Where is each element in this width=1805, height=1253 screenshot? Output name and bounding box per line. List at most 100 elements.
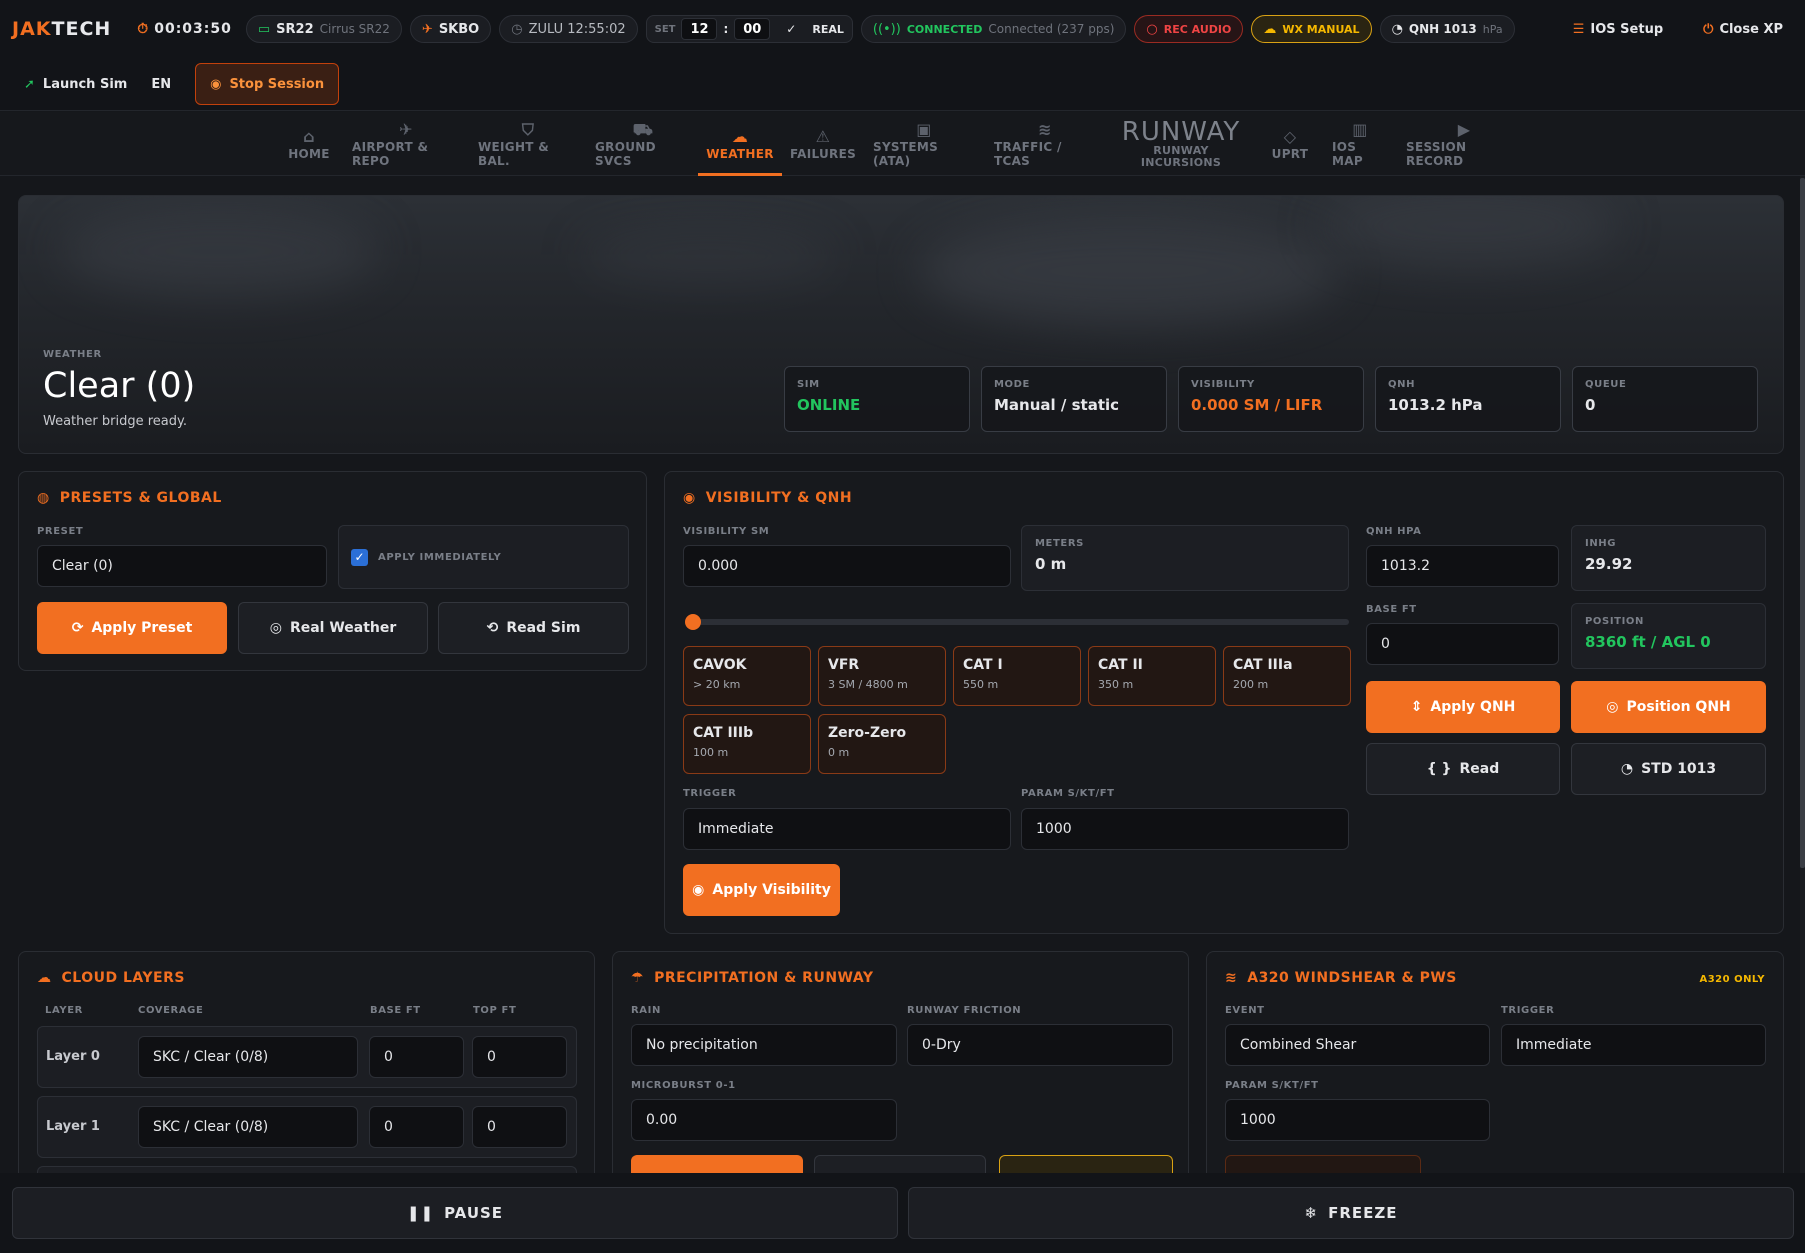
tab-ios-map[interactable]: ▥ IOS MAP (1332, 112, 1388, 176)
base-input[interactable]: 0 (369, 1106, 464, 1148)
weather-hero: WEATHER Clear (0) Weather bridge ready. … (18, 195, 1784, 454)
param-input[interactable]: 1000 (1225, 1099, 1490, 1141)
rec-audio-button[interactable]: ○ REC AUDIO (1134, 15, 1244, 43)
visibility-input[interactable]: 0.000 (683, 545, 1011, 587)
tab-runway-incursions[interactable]: RUNWAY RUNWAY INCURSIONS (1108, 112, 1254, 176)
visibility-slider[interactable] (685, 614, 1349, 630)
top-input[interactable]: 0 (472, 1036, 567, 1078)
real-weather-button[interactable]: ◎ Real Weather (238, 602, 428, 654)
language-button[interactable]: EN (151, 77, 171, 92)
vis-preset-cat3a[interactable]: CAT IIIa 200 m (1223, 646, 1351, 706)
aircraft-pill[interactable]: ▭ SR22 Cirrus SR22 (245, 15, 402, 43)
qnh-input[interactable]: 1013.2 (1366, 545, 1559, 587)
base-input[interactable]: 0 (1366, 623, 1559, 665)
std-1013-button[interactable]: ◔ STD 1013 (1571, 743, 1766, 795)
a320-only-badge: A320 ONLY (1699, 974, 1765, 985)
vis-preset-zero-zero[interactable]: Zero-Zero 0 m (818, 714, 946, 774)
windshear-panel: ≋ A320 WINDSHEAR & PWS A320 ONLY EVENT Co… (1206, 951, 1784, 1181)
microburst-input[interactable]: 0.00 (631, 1099, 897, 1141)
coverage-select[interactable]: SKC / Clear (0/8) (138, 1036, 358, 1078)
ios-setup-button[interactable]: ☰ IOS Setup (1573, 22, 1663, 37)
vis-preset-cat1[interactable]: CAT I 550 m (953, 646, 1081, 706)
coverage-select[interactable]: SKC / Clear (0/8) (138, 1106, 358, 1148)
panel-title: ☁ CLOUD LAYERS (37, 970, 185, 986)
pause-icon: ❚❚ (406, 1204, 435, 1222)
checkbox-checked-icon[interactable]: ✓ (351, 548, 368, 566)
apply-preset-button[interactable]: ⟳ Apply Preset (37, 602, 227, 654)
vis-preset-cat2[interactable]: CAT II 350 m (1088, 646, 1216, 706)
tab-weather[interactable]: ☁ WEATHER (698, 112, 782, 176)
freeze-button[interactable]: ❄ FREEZE (908, 1187, 1794, 1239)
event-select[interactable]: Combined Shear (1225, 1024, 1490, 1066)
tab-uprt[interactable]: ◇ UPRT (1270, 112, 1310, 176)
tab-home[interactable]: ⌂ HOME (288, 112, 330, 176)
airport-pill[interactable]: ✈ SKBO (409, 15, 492, 43)
tab-weight[interactable]: ⛉ WEIGHT & BAL. (478, 112, 578, 176)
tab-label: HOME (288, 147, 330, 161)
param-input[interactable]: 1000 (1021, 808, 1349, 850)
wx-manual-button[interactable]: ☁ WX MANUAL (1251, 15, 1372, 43)
tab-session-record[interactable]: ▶ SESSION RECORD (1406, 112, 1522, 176)
read-sim-button[interactable]: ⟲ Read Sim (438, 602, 629, 654)
tab-traffic[interactable]: ≋ TRAFFIC / TCAS (994, 112, 1096, 176)
launch-sim-button[interactable]: ➚ Launch Sim (24, 77, 127, 92)
pause-button[interactable]: ❚❚ PAUSE (12, 1187, 898, 1239)
vis-preset-cavok[interactable]: CAVOK > 20 km (683, 646, 811, 706)
runway-logo: RUNWAY (1121, 117, 1241, 147)
set-minutes-input[interactable]: 00 (734, 18, 771, 40)
apply-precip-button[interactable] (631, 1155, 803, 1175)
tab-failures[interactable]: ⚠ FAILURES (790, 112, 856, 176)
rain-select[interactable]: No precipitation (631, 1024, 897, 1066)
presets-panel: ◍ PRESETS & GLOBAL PRESET Clear (0) ✓ APP… (18, 471, 647, 671)
vis-preset-vfr[interactable]: VFR 3 SM / 4800 m (818, 646, 946, 706)
departure-icon: ✈ (421, 21, 433, 37)
vis-preset-cat3b[interactable]: CAT IIIb 100 m (683, 714, 811, 774)
tab-label: TRAFFIC / TCAS (994, 140, 1062, 168)
stop-circle-icon: ◉ (210, 76, 222, 92)
apply-visibility-button[interactable]: ◉ Apply Visibility (683, 864, 840, 916)
read-qnh-button[interactable]: { } Read (1366, 743, 1560, 795)
session-bar: ➚ Launch Sim EN ◉ Stop Session (0, 58, 1805, 111)
base-input[interactable]: 0 (369, 1036, 464, 1078)
stat-visibility: VISIBILITY 0.000 SM / LIFR (1178, 366, 1364, 432)
close-xp-label: Close XP (1719, 21, 1783, 37)
bottom-bar: ❚❚ PAUSE ❄ FREEZE (0, 1173, 1805, 1253)
connection-detail: Connected (237 pps) (988, 22, 1115, 36)
cloud-icon: ☁ (37, 970, 52, 986)
tab-ground[interactable]: ⛟ GROUND SVCS (595, 112, 691, 176)
layer-name: Layer 0 (46, 1049, 100, 1064)
tab-label: WEATHER (706, 147, 774, 161)
event-label: EVENT (1225, 1005, 1265, 1016)
apply-qnh-button[interactable]: ⇕ Apply QNH (1366, 681, 1560, 733)
tab-label: GROUND SVCS (595, 140, 656, 168)
app-logo: JAKTECH (12, 18, 112, 40)
runway-action-button[interactable] (999, 1155, 1173, 1175)
position-qnh-button[interactable]: ◎ Position QNH (1571, 681, 1766, 733)
windshear-action-button[interactable] (1225, 1155, 1421, 1175)
apply-immediately-toggle[interactable]: ✓ APPLY IMMEDIATELY (338, 525, 629, 589)
hero-cloud (59, 206, 379, 296)
close-xp-button[interactable]: ⏻ Close XP (1703, 22, 1783, 37)
read-precip-button[interactable] (814, 1155, 986, 1175)
aircraft-code: SR22 (276, 21, 314, 37)
gauge-icon: ◔ (1620, 761, 1634, 777)
tab-airport[interactable]: ✈ AIRPORT & REPO (352, 112, 460, 176)
scrollbar-thumb[interactable] (1800, 178, 1805, 868)
trigger-select[interactable]: Immediate (1501, 1024, 1766, 1066)
slider-thumb[interactable] (685, 614, 701, 630)
tab-systems[interactable]: ▣ SYSTEMS (ATA) (873, 112, 975, 176)
eye-icon: ◉ (683, 490, 696, 506)
panel-title: ☂ PRECIPITATION & RUNWAY (631, 970, 874, 986)
confirm-check-icon[interactable]: ✓ (786, 22, 796, 36)
top-input[interactable]: 0 (472, 1106, 567, 1148)
stop-session-button[interactable]: ◉ Stop Session (195, 63, 340, 105)
real-time-button[interactable]: REAL (812, 23, 844, 36)
set-hours-input[interactable]: 12 (681, 18, 718, 40)
trigger-select[interactable]: Immediate (683, 808, 1011, 850)
page-scrollbar[interactable] (1800, 176, 1805, 1173)
launch-sim-label: Launch Sim (42, 76, 128, 92)
stat-queue: QUEUE 0 (1572, 366, 1758, 432)
friction-select[interactable]: 0-Dry (907, 1024, 1173, 1066)
preset-select[interactable]: Clear (0) (37, 545, 327, 587)
eye-icon: ◉ (692, 882, 705, 898)
